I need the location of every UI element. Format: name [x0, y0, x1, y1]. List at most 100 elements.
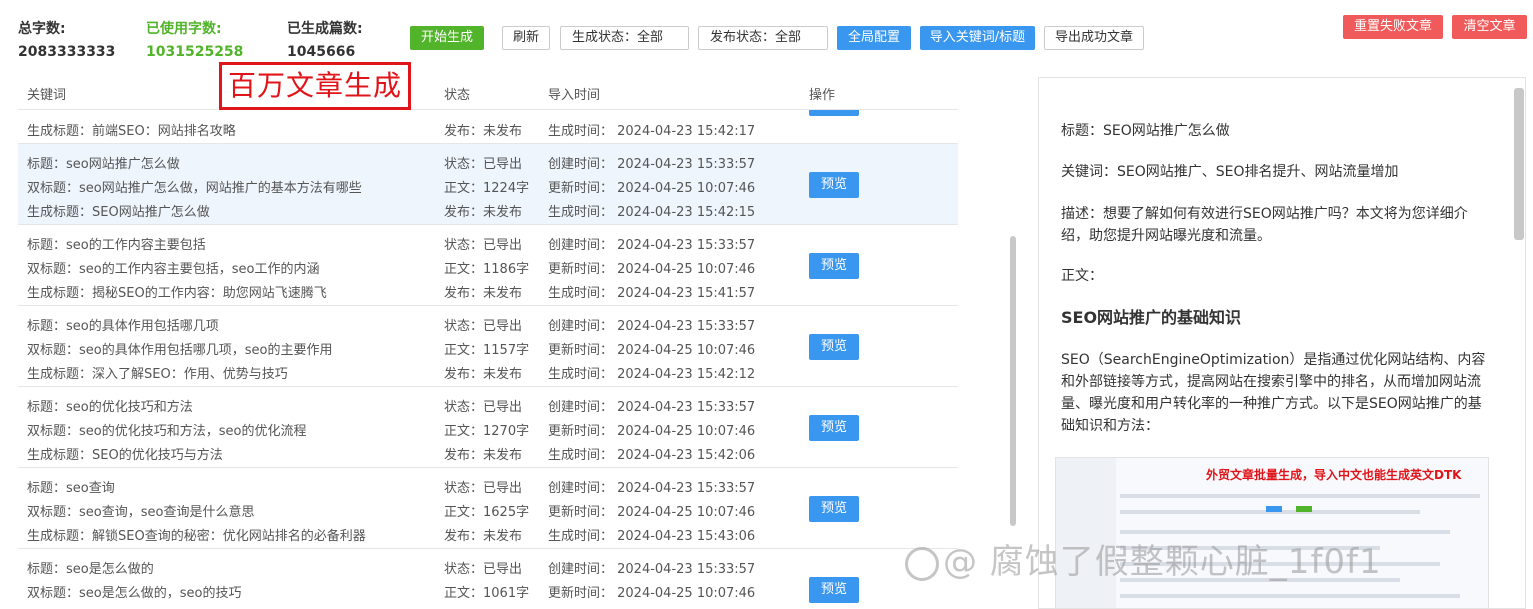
publish-status-select[interactable]: 发布状态：全部	[698, 26, 828, 50]
row-gen-title: 生成标题：SEO的优化技巧与方法	[27, 448, 223, 463]
watermark: @ 腐蚀了假整颗心脏_1f0f1	[905, 534, 1382, 583]
row-title: 标题：seo查询	[27, 481, 115, 496]
row-word-count: 正文：1270字	[444, 424, 530, 439]
preview-button[interactable]: 预览	[809, 172, 859, 198]
preview-button[interactable]: 预览	[809, 577, 859, 603]
row-create-time: 创建时间： 2024-04-23 15:33:57	[548, 562, 756, 577]
row-export-status: 状态：已导出	[444, 157, 523, 172]
row-double-title: 双标题：seo网站推广怎么做，网站推广的基本方法有哪些	[27, 181, 362, 196]
table-row[interactable]: 标题：seo查询 双标题：seo查询，seo查询是什么意思 生成标题：解锁SEO…	[18, 468, 958, 549]
clear-articles-button[interactable]: 清空文章	[1452, 15, 1527, 39]
row-export-status: 状态：已导出	[444, 238, 523, 253]
global-config-button[interactable]: 全局配置	[837, 26, 911, 50]
export-success-button[interactable]: 导出成功文章	[1044, 26, 1144, 50]
row-create-time: 创建时间： 2024-04-23 15:33:57	[548, 238, 756, 253]
image-button	[1266, 506, 1282, 512]
table-scrollbar[interactable]	[1010, 236, 1016, 526]
row-create-time: 创建时间： 2024-04-23 15:33:57	[548, 319, 756, 334]
used-words-stat: 已使用字数: 1031525258	[146, 18, 243, 60]
row-publish-status: 发布：未发布	[444, 448, 523, 463]
preview-body-label: 正文：	[1061, 268, 1103, 284]
preview-button[interactable]: 预览	[809, 253, 859, 279]
row-gen-time: 生成时间： 2024-04-23 15:41:57	[548, 286, 756, 301]
row-gen-time: 生成时间： 2024-04-23 15:42:17	[548, 124, 756, 139]
preview-scrollbar[interactable]	[1514, 88, 1524, 240]
table-row[interactable]: 标题：seo的优化技巧和方法 双标题：seo的优化技巧和方法，seo的优化流程 …	[18, 387, 958, 468]
row-export-status: 状态：已导出	[444, 562, 523, 577]
row-word-count: 正文：1186字	[444, 262, 530, 277]
row-export-status: 状态：已导出	[444, 400, 523, 415]
row-gen-title: 生成标题：前端SEO：网站排名攻略	[27, 124, 236, 139]
image-line	[1120, 494, 1480, 498]
row-title: 标题：seo的优化技巧和方法	[27, 400, 193, 415]
image-button	[1296, 506, 1312, 512]
row-double-title: 双标题：seo查询，seo查询是什么意思	[27, 505, 255, 520]
refresh-button[interactable]: 刷新	[502, 26, 550, 50]
row-gen-time: 生成时间： 2024-04-23 15:42:12	[548, 367, 756, 382]
header-keyword: 关键词	[27, 88, 67, 103]
preview-keywords: 关键词：SEO网站推广、SEO排名提升、网站流量增加	[1061, 164, 1399, 180]
preview-paragraph: SEO（SearchEngineOptimization）是指通过优化网站结构、…	[1061, 352, 1486, 434]
row-create-time: 创建时间： 2024-04-23 15:33:57	[548, 400, 756, 415]
row-gen-title: 生成标题：解锁SEO查询的秘密：优化网站排名的必备利器	[27, 529, 366, 544]
preview-button[interactable]: 预览	[809, 334, 859, 360]
watermark-logo-icon	[905, 546, 939, 581]
header-import-time: 导入时间	[548, 88, 601, 103]
table-row[interactable]: 标题：seo是怎么做的 双标题：seo是怎么做的，seo的技巧 状态：已导出 正…	[18, 549, 958, 609]
generate-status-select[interactable]: 生成状态：全部	[560, 26, 689, 50]
table-header: 关键词 状态 导入时间 操作	[18, 76, 958, 110]
article-preview-panel: 标题：SEO网站推广怎么做 关键词：SEO网站推广、SEO排名提升、网站流量增加…	[1038, 77, 1526, 609]
generated-count-stat: 已生成篇数: 1045666	[287, 18, 363, 60]
table-row: 生成标题：前端SEO：网站排名攻略 发布：未发布 生成时间： 2024-04-2…	[18, 110, 958, 144]
start-generate-button[interactable]: 开始生成	[410, 26, 484, 50]
row-update-time: 更新时间： 2024-04-25 10:07:46	[548, 424, 756, 439]
row-publish-status: 发布：未发布	[444, 205, 523, 220]
row-update-time: 更新时间： 2024-04-25 10:07:46	[548, 343, 756, 358]
watermark-text: @ 腐蚀了假整颗心脏_1f0f1	[943, 542, 1382, 582]
row-double-title: 双标题：seo的优化技巧和方法，seo的优化流程	[27, 424, 307, 439]
overlay-title-label: 百万文章生成	[219, 62, 411, 110]
article-table: 生成标题：前端SEO：网站排名攻略 发布：未发布 生成时间： 2024-04-2…	[18, 110, 958, 609]
row-publish-status: 发布：未发布	[444, 124, 523, 139]
generated-count-label: 已生成篇数:	[287, 21, 363, 37]
header-action: 操作	[809, 88, 836, 103]
preview-button[interactable]: 预览	[809, 415, 859, 441]
preview-description: 描述：想要了解如何有效进行SEO网站推广吗？本文将为您详细介绍，助您提升网站曝光…	[1061, 206, 1468, 244]
row-gen-time: 生成时间： 2024-04-23 15:42:06	[548, 448, 756, 463]
preview-title: 标题：SEO网站推广怎么做	[1061, 123, 1230, 139]
import-keywords-button[interactable]: 导入关键词/标题	[920, 26, 1035, 50]
row-double-title: 双标题：seo的具体作用包括哪几项，seo的主要作用	[27, 343, 333, 358]
preview-button[interactable]: 预览	[809, 496, 859, 522]
row-publish-status: 发布：未发布	[444, 367, 523, 382]
row-word-count: 正文：1625字	[444, 505, 530, 520]
row-double-title: 双标题：seo是怎么做的，seo的技巧	[27, 586, 242, 601]
row-publish-status: 发布：未发布	[444, 529, 523, 544]
row-export-status: 状态：已导出	[444, 319, 523, 334]
preview-screenshot-image: 外贸文章批量生成，导入中文也能生成英文DTK	[1055, 457, 1489, 608]
row-title: 标题：seo是怎么做的	[27, 562, 154, 577]
row-update-time: 更新时间： 2024-04-25 10:07:46	[548, 586, 756, 601]
generated-count-value: 1045666	[287, 44, 356, 60]
preview-button[interactable]	[809, 110, 859, 116]
row-update-time: 更新时间： 2024-04-25 10:07:46	[548, 505, 756, 520]
total-words-value: 2083333333	[18, 44, 116, 60]
preview-heading: SEO网站推广的基础知识	[1061, 308, 1242, 327]
row-word-count: 正文：1157字	[444, 343, 530, 358]
used-words-value: 1031525258	[146, 44, 244, 60]
row-update-time: 更新时间： 2024-04-25 10:07:46	[548, 181, 756, 196]
image-banner-text: 外贸文章批量生成，导入中文也能生成英文DTK	[1206, 468, 1462, 482]
header-status: 状态	[444, 88, 471, 103]
row-publish-status: 发布：未发布	[444, 286, 523, 301]
row-title: 标题：seo的具体作用包括哪几项	[27, 319, 219, 334]
row-gen-title: 生成标题：SEO网站推广怎么做	[27, 205, 210, 220]
table-row[interactable]: 标题：seo的具体作用包括哪几项 双标题：seo的具体作用包括哪几项，seo的主…	[18, 306, 958, 387]
table-row[interactable]: 标题：seo网站推广怎么做 双标题：seo网站推广怎么做，网站推广的基本方法有哪…	[18, 144, 958, 225]
row-gen-title: 生成标题：深入了解SEO：作用、优势与技巧	[27, 367, 288, 382]
total-words-stat: 总字数: 2083333333	[18, 18, 115, 60]
row-create-time: 创建时间： 2024-04-23 15:33:57	[548, 157, 756, 172]
row-gen-time: 生成时间： 2024-04-23 15:43:06	[548, 529, 756, 544]
row-title: 标题：seo的工作内容主要包括	[27, 238, 206, 253]
reset-failed-button[interactable]: 重置失败文章	[1343, 15, 1443, 39]
row-title: 标题：seo网站推广怎么做	[27, 157, 180, 172]
table-row[interactable]: 标题：seo的工作内容主要包括 双标题：seo的工作内容主要包括，seo工作的内…	[18, 225, 958, 306]
